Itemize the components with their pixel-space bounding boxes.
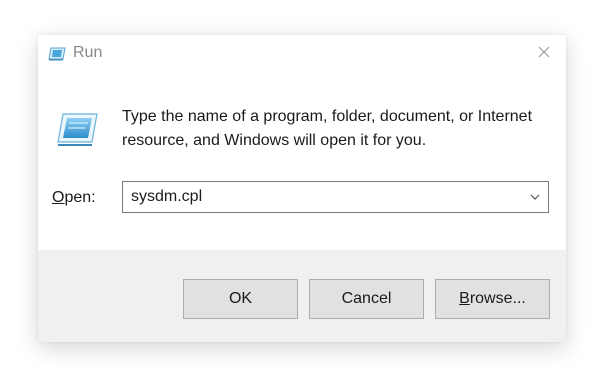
run-icon — [48, 47, 66, 61]
ok-button[interactable]: OK — [183, 279, 298, 319]
button-bar: OK Cancel Browse... — [38, 250, 566, 342]
title-bar[interactable]: Run — [38, 35, 566, 73]
dialog-content: Type the name of a program, folder, docu… — [38, 73, 566, 250]
open-label-accelerator: O — [52, 189, 65, 206]
close-button[interactable] — [522, 35, 566, 73]
description-text: Type the name of a program, folder, docu… — [122, 108, 533, 149]
run-dialog: Run Type the name of a program, folder, … — [38, 35, 566, 342]
open-combobox[interactable]: sysdm.cpl — [122, 181, 549, 213]
browse-label-text: rowse... — [469, 290, 526, 307]
chevron-down-icon[interactable] — [528, 190, 542, 204]
browse-button[interactable]: Browse... — [435, 279, 550, 319]
cancel-button[interactable]: Cancel — [309, 279, 424, 319]
open-label: Open: — [52, 189, 96, 207]
open-input[interactable]: sysdm.cpl — [131, 188, 202, 206]
browse-accelerator: B — [459, 290, 470, 307]
run-icon — [55, 112, 99, 148]
open-label-text: pen: — [64, 189, 96, 206]
close-icon — [538, 45, 550, 63]
window-title: Run — [73, 44, 103, 61]
